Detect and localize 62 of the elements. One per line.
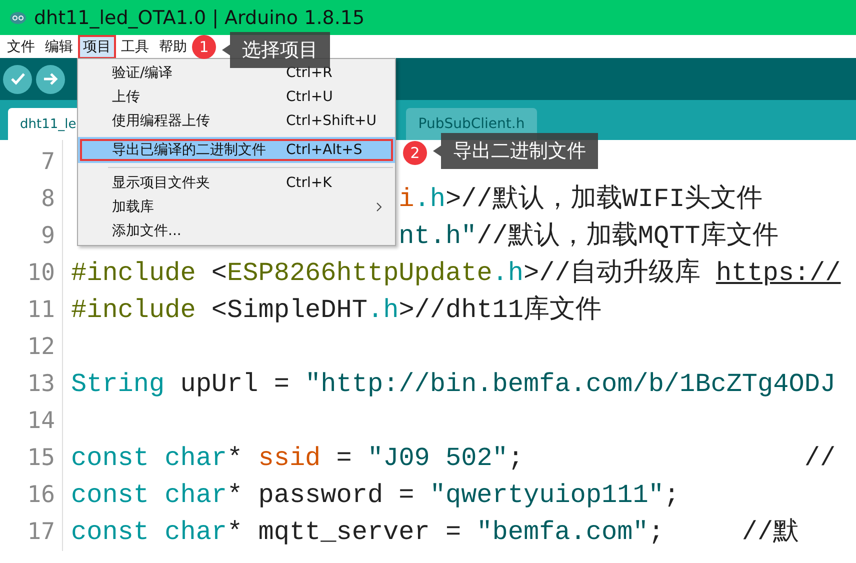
menu-item[interactable]: 添加文件...: [78, 219, 395, 243]
code-link[interactable]: https://: [716, 255, 841, 292]
menu-item[interactable]: 项目: [78, 34, 116, 58]
upload-button[interactable]: [36, 64, 65, 94]
code-text: #include: [71, 257, 196, 290]
step-badge: 2: [403, 141, 427, 165]
code-text: const char: [71, 479, 228, 512]
verify-button[interactable]: [3, 64, 32, 94]
menu-item[interactable]: 帮助: [154, 34, 192, 58]
code-text: ; //: [508, 442, 836, 475]
code-text: .h: [414, 183, 446, 216]
menu-item[interactable]: 导出已编译的二进制文件 Ctrl+Alt+S: [78, 137, 395, 163]
code-text: >//dht11库文件: [398, 294, 602, 327]
arrow-right-icon: [42, 72, 58, 86]
code-text: ; //默: [648, 516, 800, 549]
window-title: dht11_led_OTA1.0 | Arduino 1.8.15: [34, 6, 365, 28]
line-number: 9: [40, 222, 56, 251]
line-number: 10: [26, 259, 56, 288]
menu-item[interactable]: 工具: [116, 34, 154, 58]
code-text: ESP8266httpUpdate: [227, 257, 492, 290]
code-text: <SimpleDHT: [210, 294, 368, 327]
code-text: i: [398, 183, 414, 216]
menu-item[interactable]: 上传 Ctrl+U: [78, 85, 395, 109]
app-logo-icon: [10, 12, 26, 24]
line-number: 17: [26, 518, 56, 547]
code-text: "bemfa.com": [476, 516, 648, 549]
code-text: nt.h": [398, 220, 477, 253]
code-text: "http://bin.bemfa.com/b/1BcZTg4ODJ: [305, 368, 836, 401]
line-number: 13: [26, 370, 56, 399]
code-text: =: [335, 442, 353, 475]
checkmark-icon: [10, 72, 26, 86]
line-number: 12: [26, 333, 56, 362]
code-text: <: [210, 257, 228, 290]
code-text: *: [227, 442, 244, 475]
menu-item[interactable]: 文件: [2, 34, 40, 58]
code-text: * mqtt_server =: [227, 516, 462, 549]
code-text: String: [71, 368, 165, 401]
line-number: 11: [26, 296, 56, 325]
code-text: ;: [664, 479, 680, 512]
code-text: .h: [492, 257, 524, 290]
line-number: 15: [26, 444, 56, 473]
callout-label: 导出二进制文件: [433, 133, 598, 169]
menu-item[interactable]: 显示项目文件夹 Ctrl+K: [78, 171, 395, 195]
code-text: >//默认，加载WIFI头文件: [445, 183, 763, 216]
code-text: const char: [71, 516, 228, 549]
code-text: >//自动升级库: [524, 257, 702, 290]
menu-item[interactable]: 编辑: [40, 34, 78, 58]
code-text: upUrl =: [179, 368, 290, 401]
line-number: 16: [26, 481, 56, 510]
code-text: "J09 502": [367, 442, 508, 475]
code-text: "qwertyuiop111": [430, 479, 664, 512]
code-text: #include: [71, 294, 196, 327]
line-number: 7: [40, 148, 56, 177]
callout-label: 选择项目: [222, 32, 330, 68]
line-number: 14: [26, 407, 56, 436]
code-text: ssid: [258, 442, 321, 475]
code-text: const char: [71, 442, 228, 475]
line-number: 8: [40, 185, 56, 214]
code-text: //默认，加载MQTT库文件: [476, 220, 778, 253]
menu-item[interactable]: 加载库: [78, 195, 395, 219]
code-text: .h: [367, 294, 399, 327]
code-text: * password =: [227, 479, 416, 512]
